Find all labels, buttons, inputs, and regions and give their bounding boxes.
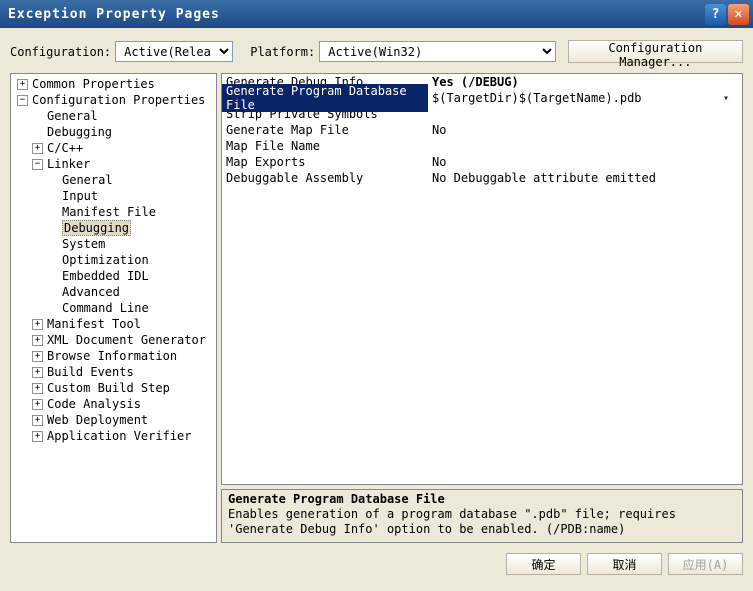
expand-icon[interactable]: + — [32, 143, 43, 154]
configuration-manager-button[interactable]: Configuration Manager... — [568, 40, 743, 63]
grid-row[interactable]: Generate Map FileNo — [222, 122, 742, 138]
dropdown-icon[interactable]: ▾ — [723, 93, 729, 104]
tree-item-app-verifier[interactable]: +Application Verifier — [11, 428, 216, 444]
expand-icon[interactable]: + — [32, 367, 43, 378]
property-grid[interactable]: Generate Debug InfoYes (/DEBUG)▾Generate… — [221, 73, 743, 485]
grid-key: Generate Map File — [222, 123, 428, 137]
tree-item-linker-advanced[interactable]: Advanced — [11, 284, 216, 300]
tree-item-linker[interactable]: −Linker — [11, 156, 216, 172]
grid-row[interactable]: ▾Generate Program Database File$(TargetD… — [222, 90, 742, 106]
tree-item-linker-optimization[interactable]: Optimization — [11, 252, 216, 268]
tree-item-manifest-tool[interactable]: +Manifest Tool — [11, 316, 216, 332]
grid-value[interactable]: Yes (/DEBUG) — [428, 75, 742, 89]
apply-button[interactable]: 应用(A) — [668, 553, 743, 575]
grid-row[interactable]: Map ExportsNo — [222, 154, 742, 170]
configuration-dropdown[interactable]: Active(Release) — [115, 41, 233, 62]
grid-row[interactable]: Debuggable AssemblyNo Debuggable attribu… — [222, 170, 742, 186]
expand-icon[interactable]: + — [32, 399, 43, 410]
grid-value[interactable]: No Debuggable attribute emitted — [428, 171, 742, 185]
grid-value[interactable]: No — [428, 155, 742, 169]
expand-icon[interactable]: + — [32, 383, 43, 394]
grid-key: Map Exports — [222, 155, 428, 169]
description-body: Enables generation of a program database… — [228, 507, 736, 537]
toolbar: Configuration: Active(Release) Platform:… — [0, 28, 753, 69]
tree-item-linker-command-line[interactable]: Command Line — [11, 300, 216, 316]
platform-dropdown[interactable]: Active(Win32) — [319, 41, 556, 62]
window-titlebar: Exception Property Pages ? ✕ — [0, 0, 753, 28]
tree-item-xml-doc-gen[interactable]: +XML Document Generator — [11, 332, 216, 348]
tree-item-web-deployment[interactable]: +Web Deployment — [11, 412, 216, 428]
grid-key: Map File Name — [222, 139, 428, 153]
tree-panel[interactable]: +Common Properties −Configuration Proper… — [10, 73, 217, 543]
expand-icon[interactable]: + — [32, 351, 43, 362]
tree-item-linker-debugging[interactable]: Debugging — [11, 220, 216, 236]
tree-item-linker-general[interactable]: General — [11, 172, 216, 188]
expand-icon[interactable]: + — [32, 335, 43, 346]
collapse-icon[interactable]: − — [32, 159, 43, 170]
tree-item-build-events[interactable]: +Build Events — [11, 364, 216, 380]
tree-item-general[interactable]: General — [11, 108, 216, 124]
cancel-button[interactable]: 取消 — [587, 553, 662, 575]
expand-icon[interactable]: + — [32, 319, 43, 330]
tree-item-configuration-properties[interactable]: −Configuration Properties — [11, 92, 216, 108]
grid-row[interactable]: Map File Name — [222, 138, 742, 154]
description-panel: Generate Program Database File Enables g… — [221, 489, 743, 543]
tree-item-linker-input[interactable]: Input — [11, 188, 216, 204]
close-button[interactable]: ✕ — [728, 4, 749, 25]
expand-icon[interactable]: + — [32, 415, 43, 426]
platform-label: Platform: — [250, 45, 315, 59]
help-button[interactable]: ? — [705, 4, 726, 25]
tree-item-linker-embedded-idl[interactable]: Embedded IDL — [11, 268, 216, 284]
grid-value[interactable]: $(TargetDir)$(TargetName).pdb — [428, 91, 742, 105]
collapse-icon[interactable]: − — [17, 95, 28, 106]
grid-value[interactable]: No — [428, 123, 742, 137]
tree-item-linker-system[interactable]: System — [11, 236, 216, 252]
tree-item-browse-info[interactable]: +Browse Information — [11, 348, 216, 364]
grid-key: Generate Program Database File — [222, 84, 428, 112]
tree-item-common-properties[interactable]: +Common Properties — [11, 76, 216, 92]
tree-item-custom-build[interactable]: +Custom Build Step — [11, 380, 216, 396]
tree-item-ccpp[interactable]: +C/C++ — [11, 140, 216, 156]
expand-icon[interactable]: + — [17, 79, 28, 90]
dialog-footer: 确定 取消 应用(A) — [0, 549, 753, 583]
description-title: Generate Program Database File — [228, 492, 736, 507]
ok-button[interactable]: 确定 — [506, 553, 581, 575]
window-title: Exception Property Pages — [8, 7, 220, 22]
tree-item-linker-manifest-file[interactable]: Manifest File — [11, 204, 216, 220]
tree-item-code-analysis[interactable]: +Code Analysis — [11, 396, 216, 412]
expand-icon[interactable]: + — [32, 431, 43, 442]
configuration-label: Configuration: — [10, 45, 111, 59]
tree-item-debugging[interactable]: Debugging — [11, 124, 216, 140]
grid-key: Debuggable Assembly — [222, 171, 428, 185]
